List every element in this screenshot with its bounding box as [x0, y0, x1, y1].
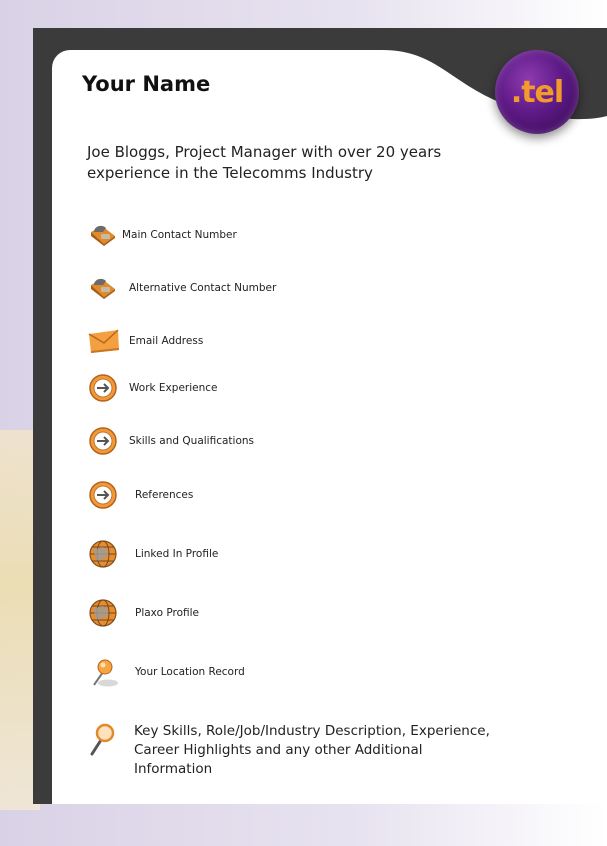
item-plaxo-profile[interactable]: Plaxo Profile	[88, 598, 199, 628]
item-linked-in-profile[interactable]: Linked In Profile	[88, 539, 218, 569]
item-label: Email Address	[129, 335, 204, 347]
item-email-address[interactable]: Email Address	[88, 326, 203, 356]
arrow-circle-icon	[88, 480, 122, 510]
item-your-location-record[interactable]: Your Location Record	[88, 657, 245, 687]
item-label: Work Experience	[129, 382, 218, 394]
globe-icon	[88, 539, 122, 569]
globe-icon	[88, 598, 122, 628]
item-label: Your Location Record	[135, 666, 245, 678]
item-references[interactable]: References	[88, 480, 193, 510]
arrow-circle-icon	[88, 373, 122, 403]
phone-icon	[88, 273, 122, 303]
intro-text: Joe Bloggs, Project Manager with over 20…	[87, 143, 442, 182]
magnifier-icon	[88, 722, 122, 756]
phone-icon	[88, 220, 122, 250]
envelope-icon	[88, 326, 122, 356]
profile-card: Your Name .tel Joe Bloggs, Project Manag…	[52, 50, 607, 804]
footer-text: Key Skills, Role/Job/Industry Descriptio…	[134, 723, 490, 777]
tel-logo[interactable]: .tel	[495, 50, 579, 134]
location-pin-icon	[88, 657, 122, 687]
item-alternative-contact-number[interactable]: Alternative Contact Number	[88, 273, 276, 303]
arrow-circle-icon	[88, 426, 122, 456]
item-label: References	[135, 489, 194, 501]
item-label: Main Contact Number	[122, 229, 237, 241]
item-skills-and-qualifications[interactable]: Skills and Qualifications	[88, 426, 254, 456]
item-label: Plaxo Profile	[135, 607, 199, 619]
item-main-contact-number[interactable]: Main Contact Number	[88, 220, 237, 250]
item-label: Alternative Contact Number	[129, 282, 277, 294]
additional-information[interactable]: Key Skills, Role/Job/Industry Descriptio…	[88, 722, 504, 779]
logo-text: .tel	[510, 74, 564, 110]
page-title: Your Name	[82, 72, 211, 96]
item-label: Skills and Qualifications	[129, 435, 254, 447]
item-label: Linked In Profile	[135, 548, 219, 560]
item-work-experience[interactable]: Work Experience	[88, 373, 217, 403]
